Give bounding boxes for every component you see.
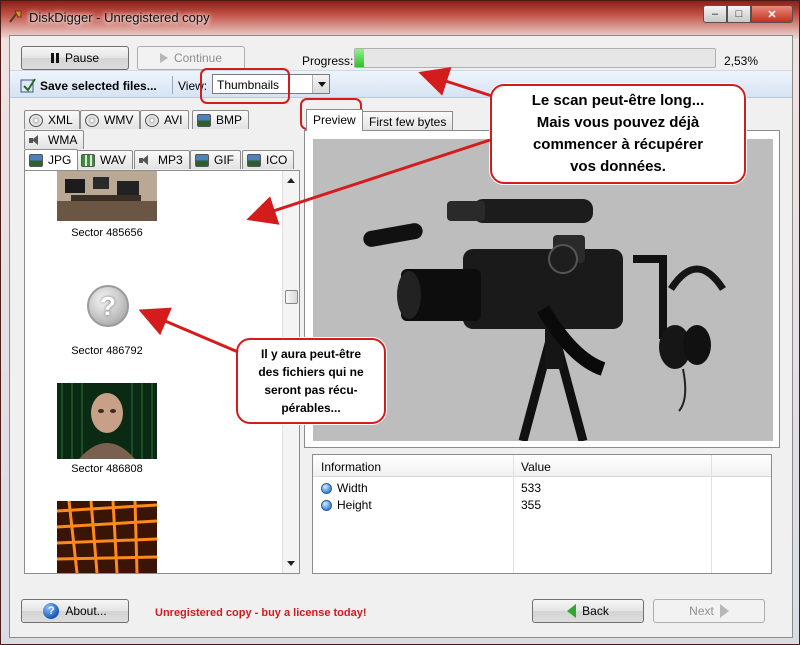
column-header-information[interactable]: Information <box>321 460 381 474</box>
scan-annotation-bubble: Le scan peut-être long... Mais vous pouv… <box>490 84 746 184</box>
bald-head-thumbnail <box>57 383 157 459</box>
tab-gif[interactable]: GIF <box>190 150 241 169</box>
progress-percent: 2,53% <box>724 54 759 68</box>
sector-label: Sector 486792 <box>71 345 143 357</box>
info-value: 533 <box>521 481 542 495</box>
back-arrow-icon <box>567 604 577 618</box>
question-mark-icon: ? <box>87 285 129 327</box>
tab-label: GIF <box>214 153 234 167</box>
tab-avi[interactable]: AVI <box>140 110 190 129</box>
tab-label: WMV <box>104 113 134 127</box>
info-name: Height <box>337 498 372 512</box>
scroll-down-icon[interactable] <box>287 561 295 566</box>
speaker-icon <box>139 154 153 167</box>
annotation-line: seront pas récu- <box>264 383 358 397</box>
image-icon <box>247 153 261 167</box>
annotation-line: commencer à récupérer <box>532 136 704 153</box>
play-icon <box>159 53 168 63</box>
tab-label: JPG <box>48 153 72 167</box>
next-button[interactable]: Next <box>653 599 765 623</box>
tab-label: MP3 <box>158 153 183 167</box>
info-bullet-icon <box>321 500 332 511</box>
tab-xml[interactable]: XML <box>24 110 80 129</box>
tab-ico[interactable]: ICO <box>242 150 295 169</box>
about-button[interactable]: ? About... <box>21 599 129 623</box>
speaker-icon <box>29 134 43 147</box>
scroll-up-icon[interactable] <box>287 178 295 183</box>
pause-icon <box>50 53 59 63</box>
close-button[interactable]: ✕ <box>751 5 793 23</box>
tab-preview[interactable]: Preview <box>306 109 363 131</box>
sector-label: Sector 485656 <box>71 227 143 239</box>
info-bullet-icon <box>321 483 332 494</box>
tab-wav[interactable]: WAV <box>76 150 133 169</box>
save-selected-files-button[interactable]: Save selected files... <box>40 79 157 93</box>
tab-label: XML <box>48 113 73 127</box>
annotation-line: Il y aura peut-être <box>260 347 362 361</box>
annotation-line: Le scan peut-être long... <box>531 92 705 109</box>
column-separator <box>513 455 514 573</box>
minimize-button[interactable]: – <box>703 5 727 23</box>
tab-jpg[interactable]: JPG <box>24 149 79 170</box>
window-controls: – □ ✕ <box>703 5 793 23</box>
window-title: DiskDigger - Unregistered copy <box>29 10 210 25</box>
scroll-thumb[interactable] <box>285 290 298 304</box>
column-separator <box>711 455 712 573</box>
pause-label: Pause <box>64 51 100 65</box>
back-button[interactable]: Back <box>532 599 644 623</box>
disc-icon <box>145 113 159 127</box>
continue-button[interactable]: Continue <box>137 46 245 70</box>
info-value: 355 <box>521 498 542 512</box>
progress-fill <box>355 49 365 67</box>
annotation-line: pérables... <box>281 401 341 415</box>
disc-icon <box>85 113 99 127</box>
info-name: Width <box>337 481 368 495</box>
tab-label: WAV <box>100 153 126 167</box>
studio-photo-thumbnail <box>57 171 157 221</box>
continue-label: Continue <box>173 51 223 65</box>
annotation-line: des fichiers qui ne <box>258 365 364 379</box>
tab-label: BMP <box>216 113 243 127</box>
pause-button[interactable]: Pause <box>21 46 129 70</box>
music-file-icon <box>81 153 95 167</box>
save-files-icon <box>20 78 36 93</box>
image-icon <box>29 153 43 167</box>
tab-label: AVI <box>164 113 183 127</box>
sector-label: Sector 486808 <box>71 463 143 475</box>
tab-label: WMA <box>48 133 78 147</box>
image-icon <box>195 153 209 167</box>
unregistered-link[interactable]: Unregistered copy - buy a license today! <box>155 607 367 619</box>
maximize-button[interactable]: □ <box>727 5 751 23</box>
title-bar[interactable]: DiskDigger - Unregistered copy – □ ✕ <box>1 1 799 35</box>
chevron-down-icon[interactable] <box>312 75 329 93</box>
view-dropdown-highlight <box>200 68 290 104</box>
next-arrow-icon <box>719 604 729 618</box>
orange-grid-thumbnail <box>57 501 157 573</box>
annotation-line: vos données. <box>570 158 666 175</box>
tab-label: ICO <box>266 153 288 167</box>
scan-progress-bar <box>354 48 716 68</box>
tab-bmp[interactable]: BMP <box>192 110 250 129</box>
column-header-value[interactable]: Value <box>521 460 551 474</box>
tab-wmv[interactable]: WMV <box>80 110 141 129</box>
progress-label: Progress: <box>302 54 354 68</box>
image-icon <box>197 113 211 127</box>
tab-mp3[interactable]: MP3 <box>134 150 190 169</box>
back-label: Back <box>582 604 609 618</box>
file-info-table: Information Value Width 533 Height 355 <box>312 454 772 574</box>
tab-first-few-bytes[interactable]: First few bytes <box>362 111 454 131</box>
next-label: Next <box>689 604 714 618</box>
toolbar-separator <box>172 76 173 94</box>
about-label: About... <box>65 604 107 618</box>
disc-icon <box>29 113 43 127</box>
unrecoverable-annotation-bubble: Il y aura peut-être des fichiers qui ne … <box>236 338 386 424</box>
app-shovel-icon <box>9 10 22 23</box>
annotation-line: Mais vous pouvez déjà <box>536 114 700 131</box>
help-icon: ? <box>43 603 60 619</box>
tab-wma[interactable]: WMA <box>24 130 85 149</box>
